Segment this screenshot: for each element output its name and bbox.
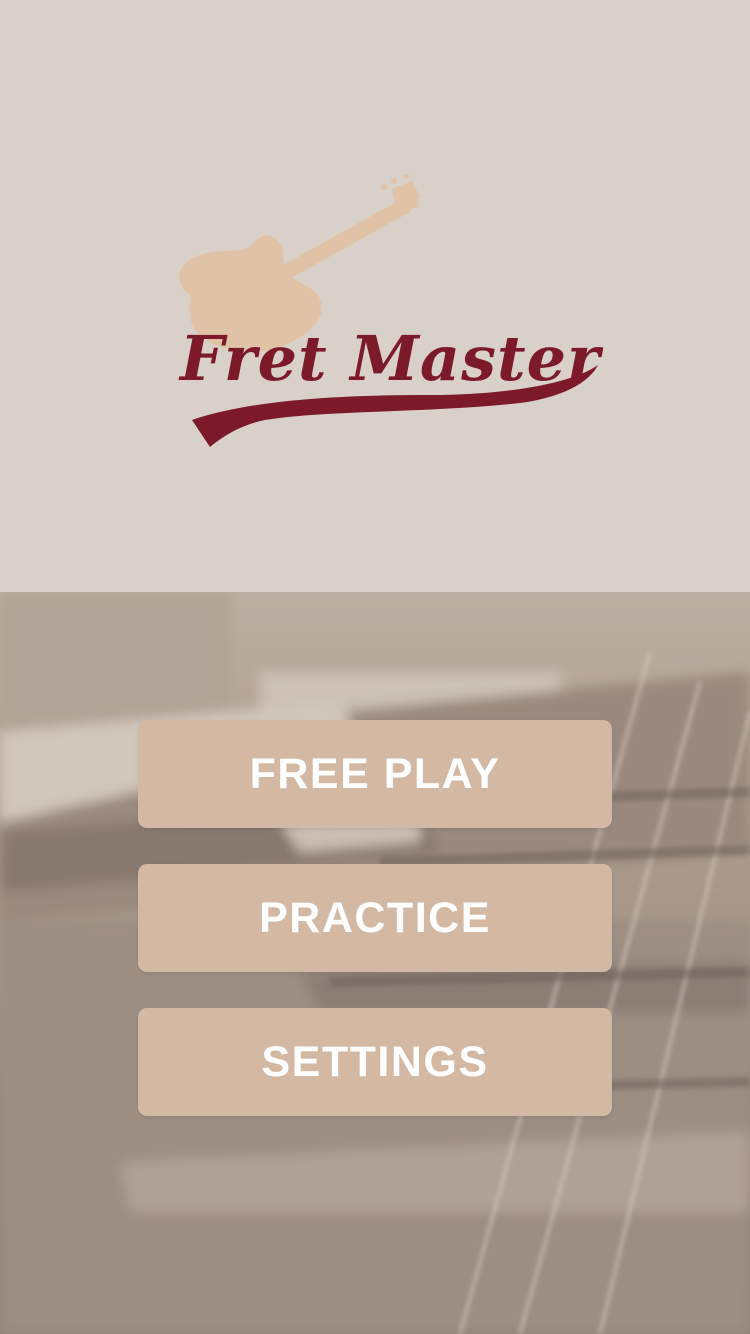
free-play-label: FREE PLAY (249, 749, 501, 798)
practice-button[interactable]: PRACTICE (138, 864, 612, 972)
settings-label: SETTINGS (261, 1037, 489, 1086)
fret-master-logo: Fret Master (178, 175, 604, 447)
header-panel: Fret Master (0, 0, 750, 592)
home-screen: Fret Master FREE PLAY PRACTICE SETTINGS (0, 0, 750, 1334)
practice-label: PRACTICE (259, 893, 491, 942)
settings-button[interactable]: SETTINGS (138, 1008, 612, 1116)
main-menu: FREE PLAY PRACTICE SETTINGS (138, 720, 612, 1116)
free-play-button[interactable]: FREE PLAY (138, 720, 612, 828)
logo-text: Fret Master (178, 322, 604, 395)
